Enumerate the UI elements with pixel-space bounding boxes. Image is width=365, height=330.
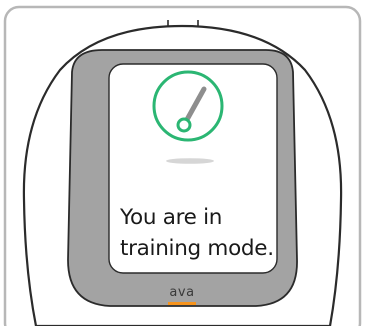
brand-logo: ava bbox=[169, 285, 195, 300]
screen-message: You are in training mode. bbox=[120, 202, 280, 264]
device-illustration: You are in training mode. ava bbox=[0, 0, 365, 330]
gauge-pivot bbox=[176, 117, 192, 133]
brand-underline bbox=[168, 302, 196, 305]
screen-message-line1: You are in bbox=[120, 205, 223, 230]
device-svg bbox=[3, 5, 362, 330]
icon-shadow bbox=[166, 158, 214, 164]
screen-message-line2: training mode. bbox=[120, 236, 274, 261]
